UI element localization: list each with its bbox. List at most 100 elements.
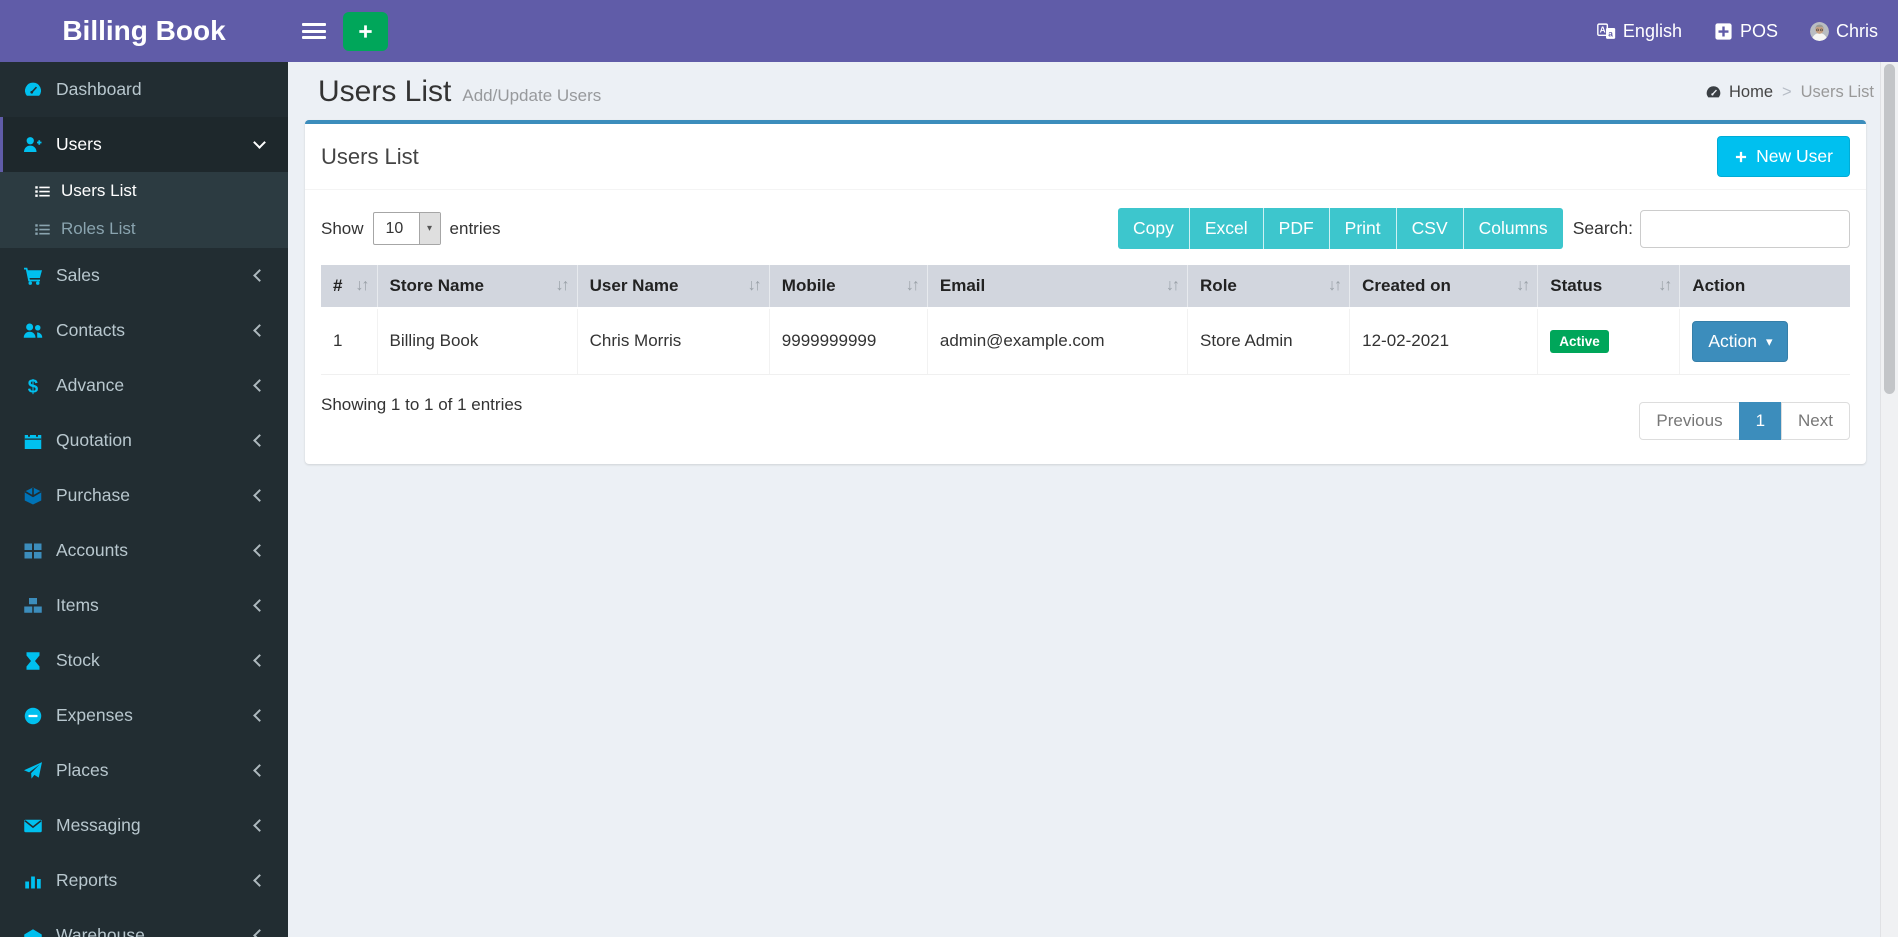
chevron-left-icon — [253, 269, 266, 282]
plus-square-icon — [1714, 22, 1733, 41]
column-header-num[interactable]: # ↓↑ — [321, 265, 378, 309]
sidebar-item-contacts[interactable]: Contacts — [0, 303, 288, 358]
sidebar-item-items[interactable]: Items — [0, 578, 288, 633]
pagination-next-button[interactable]: Next — [1781, 401, 1850, 440]
sidebar-item-reports[interactable]: Reports — [0, 853, 288, 908]
dashboard-icon — [1705, 84, 1722, 101]
pagination: Previous 1 Next — [1639, 401, 1850, 440]
action-dropdown-button[interactable]: Action ▾ — [1692, 320, 1789, 362]
cubes-icon — [23, 596, 43, 616]
column-header-store-name[interactable]: Store Name ↓↑ — [376, 265, 578, 309]
sidebar-toggle-hamburger-icon[interactable] — [302, 21, 326, 41]
sidebar-item-messaging[interactable]: Messaging — [0, 798, 288, 853]
sidebar-item-label: Purchase — [56, 485, 130, 505]
plus-icon — [357, 23, 374, 40]
users-table: # ↓↑ Store Name ↓↑ User Name ↓↑ Mobile ↓↑ Email ↓… — [321, 265, 1850, 375]
chevron-left-icon — [253, 324, 266, 337]
sidebar-item-label: Stock — [56, 650, 100, 670]
pos-button[interactable]: POS — [1714, 21, 1778, 42]
column-label: Role — [1200, 276, 1237, 295]
cell-store-name: Billing Book — [376, 308, 578, 375]
excel-button[interactable]: Excel — [1188, 208, 1263, 249]
column-header-user-name[interactable]: User Name ↓↑ — [576, 265, 770, 309]
show-label: Show — [321, 218, 364, 238]
new-user-button[interactable]: New User — [1717, 136, 1850, 177]
sort-icon: ↓↑ — [1166, 277, 1180, 294]
user-menu[interactable]: Chris — [1809, 21, 1878, 42]
pos-label: POS — [1739, 20, 1778, 41]
sidebar-subitem-label: Users List — [61, 181, 137, 200]
sidebar-item-accounts[interactable]: Accounts — [0, 523, 288, 578]
cube-icon — [23, 486, 43, 506]
cell-status: Active — [1537, 308, 1680, 375]
page-subtitle: Add/Update Users — [462, 86, 602, 105]
copy-button[interactable]: Copy — [1118, 208, 1189, 249]
chevron-left-icon — [253, 709, 266, 722]
list-icon — [34, 183, 51, 200]
quick-add-button[interactable] — [343, 11, 388, 51]
top-navbar: Billing Book Aa English POS Chris — [0, 0, 1898, 62]
sort-icon: ↓↑ — [1328, 277, 1342, 294]
column-label: Email — [939, 276, 986, 295]
table-controls: Show 10 ▾ entries Copy Excel PDF Print CSV Co… — [321, 208, 1850, 249]
columns-button[interactable]: Columns — [1462, 208, 1563, 249]
brand-title: Billing Book — [62, 15, 226, 46]
column-header-created-on[interactable]: Created on ↓↑ — [1349, 265, 1538, 309]
paper-plane-icon — [23, 761, 43, 781]
new-user-label: New User — [1756, 146, 1833, 166]
sidebar-item-warehouse[interactable]: Warehouse — [0, 908, 288, 937]
column-label: Action — [1692, 276, 1746, 295]
cell-num: 1 — [321, 308, 378, 375]
column-header-status[interactable]: Status ↓↑ — [1537, 265, 1680, 309]
page-length-control: Show 10 ▾ entries — [321, 212, 501, 245]
sidebar-item-label: Contacts — [56, 320, 126, 340]
sidebar-item-expenses[interactable]: Expenses — [0, 688, 288, 743]
select-arrow-icon: ▾ — [418, 213, 440, 244]
chevron-left-icon — [253, 599, 266, 612]
page-title-text: Users List — [318, 75, 452, 108]
language-menu[interactable]: Aa English — [1597, 21, 1682, 42]
dollar-icon: $ — [23, 376, 43, 396]
print-button[interactable]: Print — [1328, 208, 1396, 249]
scrollbar-track — [1880, 62, 1898, 937]
column-header-role[interactable]: Role ↓↑ — [1187, 265, 1350, 309]
sidebar-item-quotation[interactable]: Quotation — [0, 413, 288, 468]
column-label: Mobile — [781, 276, 836, 295]
user-plus-icon — [23, 135, 43, 155]
envelope-icon — [23, 816, 43, 836]
chevron-left-icon — [253, 434, 266, 447]
sidebar-subitem-roles-list[interactable]: Roles List — [0, 210, 288, 248]
search-input[interactable] — [1640, 209, 1850, 248]
sidebar-item-places[interactable]: Places — [0, 743, 288, 798]
brand-logo[interactable]: Billing Book — [0, 0, 288, 62]
cell-action: Action ▾ — [1679, 308, 1850, 375]
column-header-email[interactable]: Email ↓↑ — [926, 265, 1188, 309]
chevron-down-icon — [253, 136, 266, 149]
page-size-select[interactable]: 10 ▾ — [372, 212, 441, 245]
sidebar-item-advance[interactable]: $ Advance — [0, 358, 288, 413]
chevron-left-icon — [253, 654, 266, 667]
breadcrumb-home[interactable]: Home — [1705, 83, 1773, 102]
scrollbar-thumb[interactable] — [1884, 64, 1895, 394]
bar-chart-icon — [23, 871, 43, 891]
cell-role: Store Admin — [1187, 308, 1350, 375]
pagination-page-1-button[interactable]: 1 — [1738, 401, 1783, 440]
svg-text:A: A — [1600, 24, 1606, 34]
sidebar-item-label: Warehouse — [56, 925, 145, 937]
csv-button[interactable]: CSV — [1395, 208, 1463, 249]
sidebar-item-users[interactable]: Users — [0, 117, 288, 172]
sidebar-item-purchase[interactable]: Purchase — [0, 468, 288, 523]
navbar-main: Aa English POS Chris — [288, 0, 1898, 62]
calendar-icon — [23, 431, 43, 451]
sidebar-item-stock[interactable]: Stock — [0, 633, 288, 688]
sidebar-item-sales[interactable]: Sales — [0, 248, 288, 303]
avatar — [1809, 21, 1829, 41]
column-label: User Name — [589, 276, 679, 295]
sidebar-item-dashboard[interactable]: Dashboard — [0, 62, 288, 117]
column-header-mobile[interactable]: Mobile ↓↑ — [768, 265, 928, 309]
column-label: Created on — [1362, 276, 1451, 295]
sidebar-subitem-users-list[interactable]: Users List — [0, 172, 288, 210]
pagination-previous-button[interactable]: Previous — [1639, 401, 1740, 440]
pdf-button[interactable]: PDF — [1262, 208, 1329, 249]
sidebar-item-label: Places — [56, 760, 109, 780]
